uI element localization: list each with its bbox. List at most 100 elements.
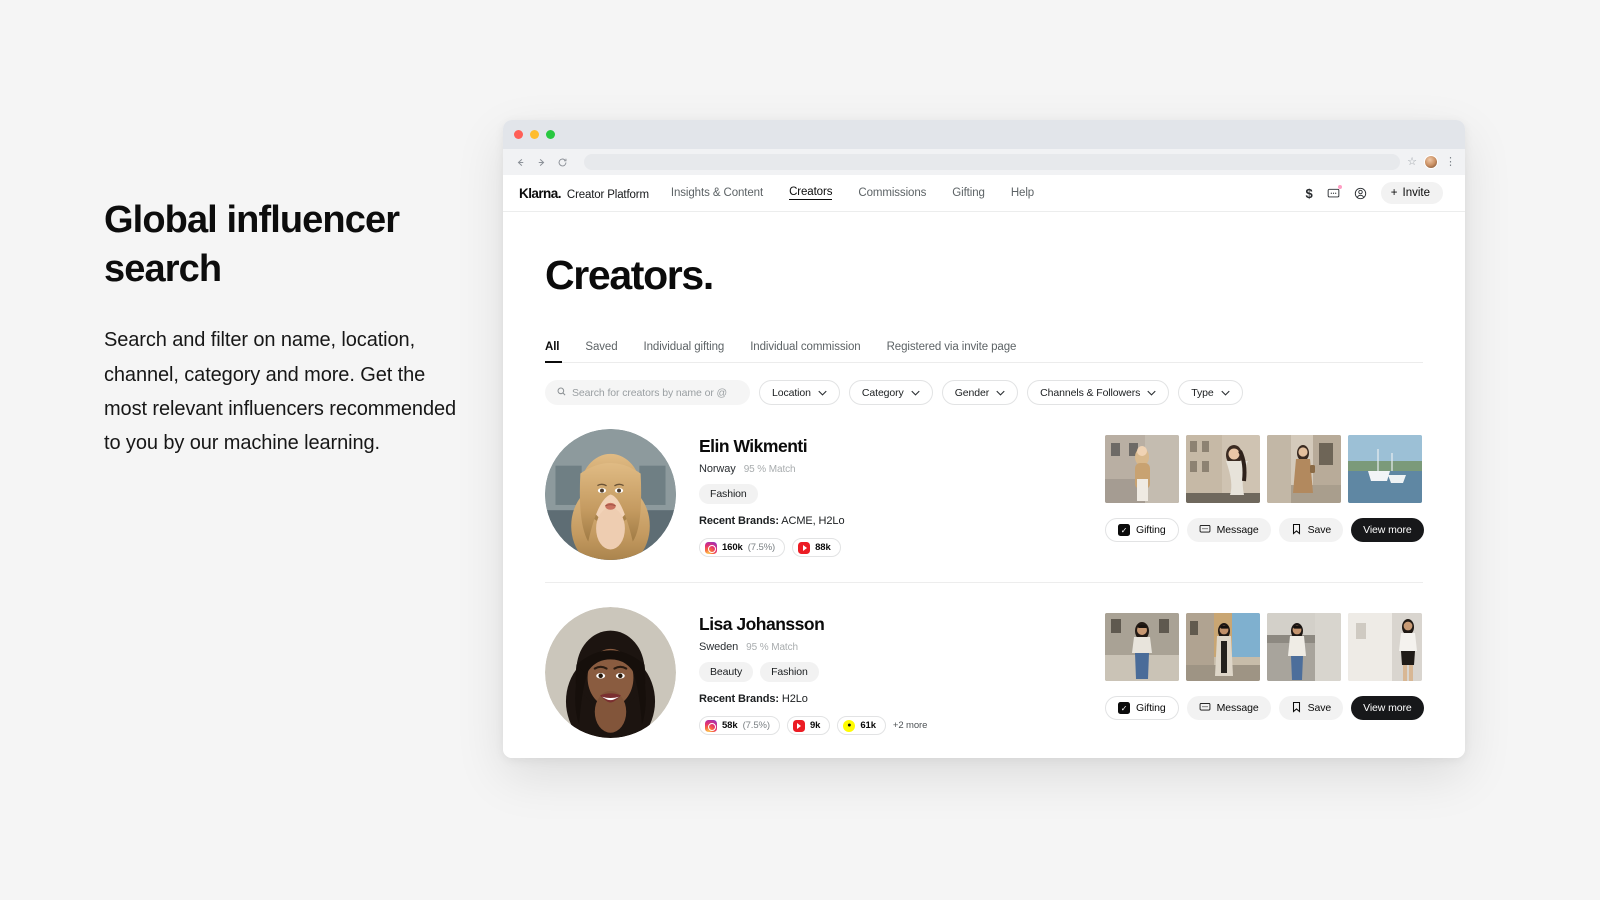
creator-match: 95 % Match: [743, 464, 796, 475]
gifting-label: Gifting: [1136, 524, 1166, 536]
tag-fashion: Fashion: [760, 662, 819, 682]
star-icon[interactable]: ☆: [1407, 156, 1417, 168]
tab-individual-commission[interactable]: Individual commission: [750, 341, 860, 353]
message-button[interactable]: Message: [1186, 696, 1271, 720]
thumbnail[interactable]: [1348, 613, 1422, 681]
marketing-copy: Global influencer search Search and filt…: [104, 196, 464, 461]
thumbnail[interactable]: [1348, 435, 1422, 503]
bookmark-icon: [1291, 701, 1302, 716]
nav-link-creators[interactable]: Creators: [789, 186, 832, 200]
stat-count: 9k: [809, 720, 821, 731]
invite-button[interactable]: + Invite: [1380, 182, 1443, 204]
save-label: Save: [1307, 524, 1332, 536]
window-maximize-button[interactable]: [546, 130, 555, 139]
avatar[interactable]: [545, 429, 676, 560]
browser-avatar[interactable]: [1424, 155, 1438, 169]
view-more-button[interactable]: View more: [1351, 518, 1424, 542]
address-bar[interactable]: [584, 154, 1401, 170]
tab-all[interactable]: All: [545, 341, 560, 353]
browser-toolbar: ☆ ⋮: [503, 149, 1465, 175]
creator-right-panel: ✓ Gifting Message Save View more: [1105, 429, 1424, 542]
brands-label: Recent Brands:: [699, 693, 779, 705]
stat-instagram[interactable]: 160k (7.5%): [699, 538, 786, 557]
stat-instagram[interactable]: 58k (7.5%): [699, 716, 780, 735]
page-content: Creators. All Saved Individual gifting I…: [503, 212, 1465, 758]
message-icon[interactable]: [1327, 184, 1342, 200]
nav-link-help[interactable]: Help: [1011, 187, 1034, 200]
filter-channels-followers-label: Channels & Followers: [1040, 386, 1141, 399]
creator-country: Sweden: [699, 641, 739, 653]
bookmark-icon: [1291, 523, 1302, 538]
filter-channels-followers[interactable]: Channels & Followers: [1027, 380, 1170, 405]
nav-right-actions: $ + Invite: [1306, 182, 1443, 204]
gifting-button[interactable]: ✓ Gifting: [1105, 696, 1179, 720]
thumbnail[interactable]: [1267, 435, 1341, 503]
thumbnail[interactable]: [1105, 613, 1179, 681]
brands-label: Recent Brands:: [699, 515, 779, 527]
creator-row[interactable]: Elin Wikmenti Norway 95 % Match Fashion …: [545, 405, 1424, 583]
reload-icon[interactable]: [554, 154, 571, 171]
brands-value: H2Lo: [781, 693, 808, 705]
filter-location[interactable]: Location: [759, 380, 840, 405]
nav-link-commissions[interactable]: Commissions: [858, 187, 926, 200]
kebab-menu-icon[interactable]: ⋮: [1445, 156, 1456, 168]
creator-stats: 160k (7.5%) 88k: [699, 538, 1105, 557]
youtube-icon: [798, 541, 811, 554]
search-input[interactable]: [572, 386, 738, 399]
thumbnail[interactable]: [1186, 435, 1260, 503]
thumbnail[interactable]: [1267, 613, 1341, 681]
more-channels-label[interactable]: +2 more: [893, 720, 928, 731]
view-more-button[interactable]: View more: [1351, 696, 1424, 720]
filter-gender[interactable]: Gender: [941, 380, 1019, 405]
tab-registered-via-invite-page[interactable]: Registered via invite page: [887, 341, 1017, 353]
thumbnail[interactable]: [1105, 435, 1179, 503]
youtube-icon: [792, 719, 805, 732]
search-icon: [557, 387, 566, 398]
dollar-icon[interactable]: $: [1306, 186, 1313, 201]
page-title: Creators.: [545, 252, 714, 298]
creator-row[interactable]: Lisa Johansson Sweden 95 % Match Beauty …: [545, 583, 1424, 758]
window-minimize-button[interactable]: [530, 130, 539, 139]
window-close-button[interactable]: [514, 130, 523, 139]
gifting-button[interactable]: ✓ Gifting: [1105, 518, 1179, 542]
stat-youtube[interactable]: 9k: [786, 716, 831, 735]
message-button[interactable]: Message: [1186, 518, 1271, 542]
message-icon: [1199, 701, 1211, 716]
message-label: Message: [1216, 702, 1259, 714]
plus-icon: +: [1390, 187, 1398, 199]
app-navbar: Klarna. Creator Platform Insights & Cont…: [503, 175, 1465, 212]
tab-individual-gifting[interactable]: Individual gifting: [644, 341, 725, 353]
chevron-down-icon: [1221, 387, 1230, 399]
thumbnail[interactable]: [1186, 613, 1260, 681]
filter-type[interactable]: Type: [1178, 380, 1243, 405]
creator-tabs: All Saved Individual gifting Individual …: [545, 341, 1423, 363]
nav-link-insights[interactable]: Insights & Content: [671, 187, 763, 200]
save-label: Save: [1307, 702, 1332, 714]
creator-name: Elin Wikmenti: [699, 436, 808, 456]
filter-category[interactable]: Category: [848, 380, 933, 405]
brand-logo[interactable]: Klarna. Creator Platform: [519, 186, 649, 201]
account-icon[interactable]: [1354, 187, 1367, 200]
save-button[interactable]: Save: [1278, 696, 1344, 720]
checkbox-checked-icon: ✓: [1118, 702, 1130, 714]
tab-saved[interactable]: Saved: [585, 341, 617, 353]
avatar[interactable]: [545, 607, 676, 738]
nav-link-gifting[interactable]: Gifting: [952, 187, 985, 200]
stat-youtube[interactable]: 88k: [792, 538, 841, 557]
forward-arrow-icon[interactable]: [533, 154, 550, 171]
creator-meta: Norway 95 % Match: [699, 463, 1105, 475]
message-icon: [1199, 523, 1211, 538]
stat-snapchat[interactable]: 61k: [837, 716, 886, 735]
tag-beauty: Beauty: [699, 662, 754, 682]
back-arrow-icon[interactable]: [512, 154, 529, 171]
chevron-down-icon: [818, 387, 827, 399]
search-box[interactable]: [545, 380, 750, 405]
instagram-icon: [705, 719, 717, 732]
stat-rate: (7.5%): [747, 542, 776, 553]
creator-thumbnails: [1105, 613, 1423, 681]
notification-dot: [1337, 184, 1342, 189]
chevron-down-icon: [1147, 387, 1156, 399]
creator-tags: Beauty Fashion: [699, 662, 1105, 682]
page-subcopy: Search and filter on name, location, cha…: [104, 329, 457, 455]
save-button[interactable]: Save: [1278, 518, 1344, 542]
